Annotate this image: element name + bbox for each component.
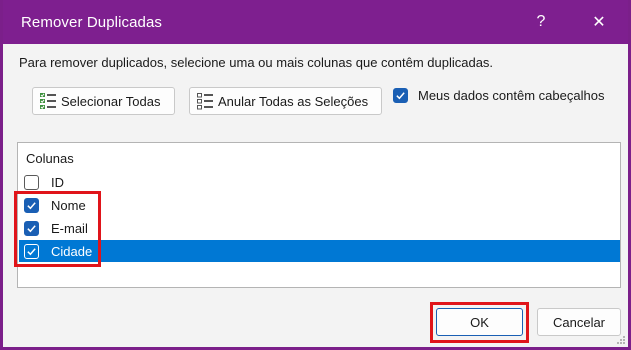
column-item-id[interactable]: ID (19, 171, 620, 193)
select-all-icon (40, 93, 56, 109)
unselect-all-label: Anular Todas as Seleções (218, 93, 369, 109)
column-item-nome[interactable]: Nome (19, 194, 620, 216)
columns-list-header: Colunas (26, 151, 74, 166)
ok-button-label: OK (470, 314, 489, 330)
cancel-button-label: Cancelar (552, 314, 606, 330)
select-all-label: Selecionar Todas (61, 93, 161, 109)
help-icon: ? (536, 13, 546, 30)
cancel-button[interactable]: Cancelar (537, 308, 621, 336)
help-button[interactable]: ? (521, 7, 561, 37)
dialog-title: Remover Duplicadas (21, 14, 163, 31)
column-item-email[interactable]: E-mail (19, 217, 620, 239)
checkbox-checked-icon[interactable] (393, 88, 408, 103)
columns-list: Colunas ID Nome E-mail Cidade (17, 142, 621, 288)
remove-duplicates-dialog: Remover Duplicadas ? ✕ Para remover dupl… (0, 0, 631, 350)
headers-checkbox-label: Meus dados contêm cabeçalhos (418, 88, 605, 103)
resize-grip-icon[interactable] (616, 335, 626, 345)
close-icon: ✕ (592, 14, 606, 31)
select-all-button[interactable]: Selecionar Todas (32, 87, 175, 115)
highlight-box-columns (14, 191, 101, 267)
headers-checkbox[interactable]: Meus dados contêm cabeçalhos (393, 88, 604, 103)
column-item-cidade[interactable]: Cidade (19, 240, 620, 262)
column-item-label: ID (51, 174, 64, 190)
checkbox-unchecked-icon[interactable] (24, 174, 39, 190)
instruction-text: Para remover duplicados, selecione uma o… (19, 55, 494, 70)
title-bar: Remover Duplicadas ? ✕ (3, 0, 628, 44)
unselect-all-icon (197, 93, 213, 110)
ok-button[interactable]: OK (436, 308, 523, 336)
unselect-all-button[interactable]: Anular Todas as Seleções (189, 87, 382, 115)
close-button[interactable]: ✕ (579, 7, 619, 37)
